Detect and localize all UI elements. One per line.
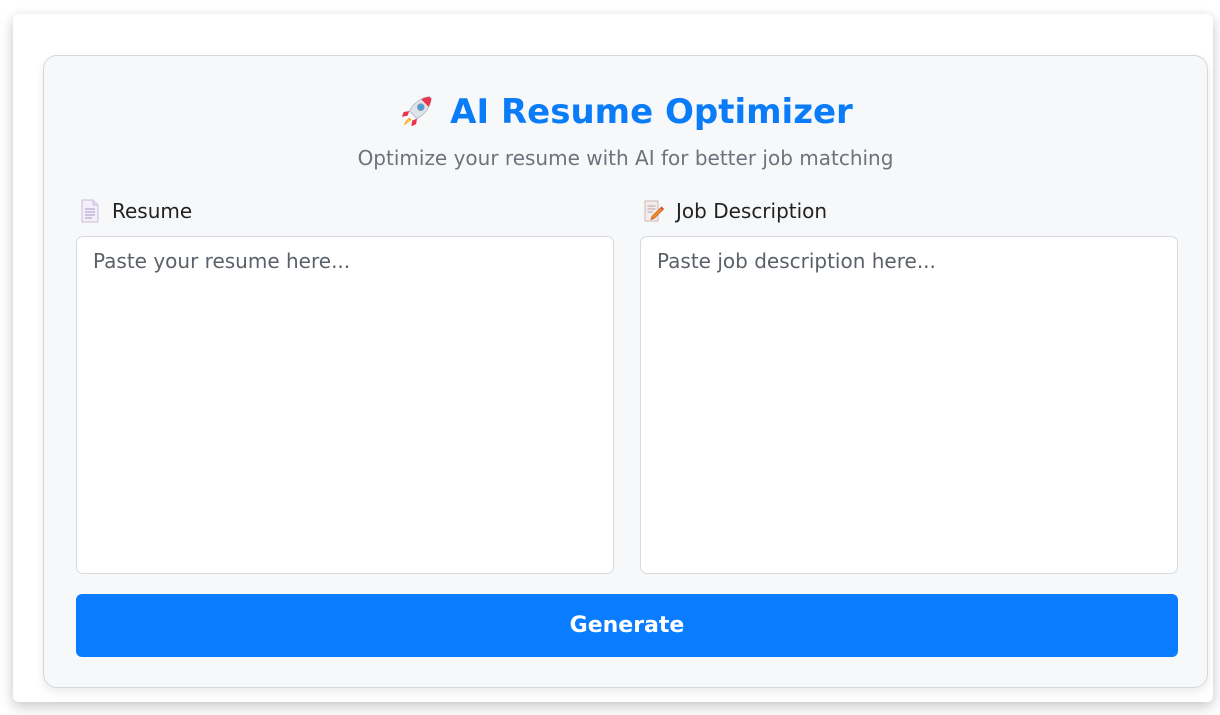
document-icon [80,199,100,223]
job-description-label: Job Description [676,199,828,223]
page-title: AI Resume Optimizer [450,92,853,132]
rocket-icon [398,92,436,130]
resume-input[interactable] [76,236,614,574]
resume-label-row: Resume [80,197,192,225]
generate-button[interactable]: Generate [76,594,1178,657]
page-title-row: AI Resume Optimizer [44,90,1207,134]
job-description-input[interactable] [640,236,1178,574]
resume-label: Resume [112,199,193,223]
job-description-label-row: Job Description [644,197,827,225]
memo-pencil-icon [644,199,665,223]
app-window: AI Resume Optimizer Optimize your resume… [13,14,1213,702]
page-subtitle: Optimize your resume with AI for better … [357,146,894,170]
optimizer-card: AI Resume Optimizer Optimize your resume… [43,55,1208,688]
